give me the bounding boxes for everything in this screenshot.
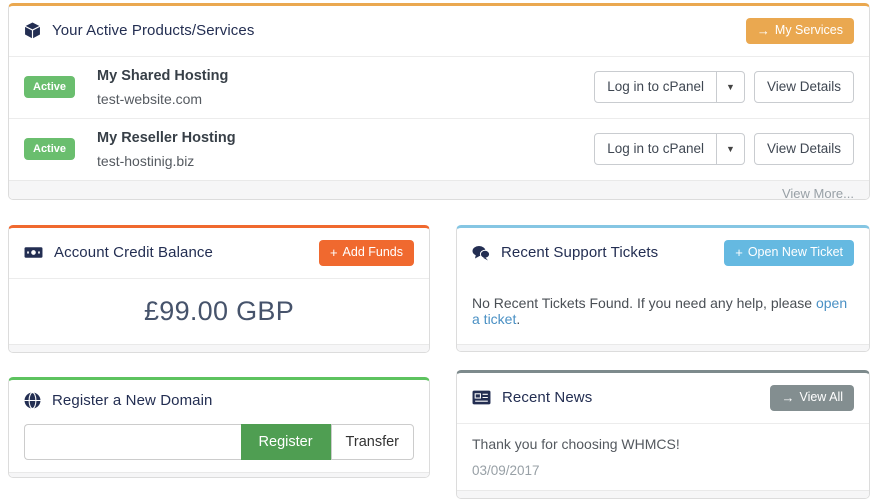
product-domain: test-website.com bbox=[97, 90, 203, 107]
add-funds-label: Add Funds bbox=[342, 245, 403, 259]
cpanel-split-button: Log in to cPanel ▼ bbox=[594, 133, 745, 165]
news-item-title: Thank you for choosing WHMCS! bbox=[472, 435, 680, 452]
news-footer bbox=[457, 489, 869, 498]
products-header: Your Active Products/Services → My Servi… bbox=[9, 6, 869, 56]
credit-footer bbox=[9, 343, 429, 352]
register-button[interactable]: Register bbox=[240, 424, 331, 460]
panel-support-tickets: Recent Support Tickets + Open New Ticket… bbox=[456, 225, 870, 352]
caret-down-icon: ▼ bbox=[726, 143, 735, 154]
product-row-actions: Log in to cPanel ▼ View Details bbox=[594, 133, 854, 165]
credit-header: Account Credit Balance + Add Funds bbox=[9, 228, 429, 278]
credit-balance-amount: £99.00 GBP bbox=[9, 277, 429, 344]
products-title: Your Active Products/Services bbox=[52, 22, 255, 40]
status-badge: Active bbox=[24, 76, 76, 99]
plus-icon: + bbox=[329, 245, 338, 261]
my-services-label: My Services bbox=[774, 23, 843, 37]
arrow-right-icon: → bbox=[756, 23, 770, 39]
news-item[interactable]: Thank you for choosing WHMCS! 03/09/2017 bbox=[457, 424, 869, 490]
product-name: My Shared Hosting bbox=[97, 67, 229, 84]
globe-icon bbox=[24, 392, 41, 409]
credit-title: Account Credit Balance bbox=[54, 244, 213, 262]
plus-icon: + bbox=[735, 245, 743, 261]
view-more-link[interactable]: View More... bbox=[782, 186, 854, 199]
domain-input-group: Register Transfer bbox=[24, 424, 414, 460]
tickets-title: Recent Support Tickets bbox=[501, 244, 659, 262]
my-services-button[interactable]: → My Services bbox=[745, 18, 854, 44]
panel-account-credit: Account Credit Balance + Add Funds £99.0… bbox=[8, 225, 430, 353]
cpanel-dropdown-toggle[interactable]: ▼ bbox=[716, 71, 745, 103]
cpanel-dropdown-toggle[interactable]: ▼ bbox=[716, 133, 745, 165]
product-row-shared-hosting[interactable]: Active My Shared Hosting test-website.co… bbox=[9, 55, 869, 118]
money-bill-icon bbox=[24, 245, 43, 260]
cpanel-split-button: Log in to cPanel ▼ bbox=[594, 71, 745, 103]
news-header: Recent News → View All bbox=[457, 373, 869, 424]
news-item-date: 03/09/2017 bbox=[472, 462, 540, 478]
domain-header: Register a New Domain bbox=[9, 380, 429, 421]
product-row-actions: Log in to cPanel ▼ View Details bbox=[594, 71, 854, 103]
newspaper-icon bbox=[472, 390, 491, 405]
tickets-empty-message: No Recent Tickets Found. If you need any… bbox=[457, 278, 869, 344]
login-cpanel-button[interactable]: Log in to cPanel bbox=[594, 133, 718, 165]
panel-active-products: Your Active Products/Services → My Servi… bbox=[8, 3, 870, 200]
news-title: Recent News bbox=[502, 389, 593, 407]
domain-search-area: Register Transfer bbox=[9, 421, 429, 472]
view-details-button[interactable]: View Details bbox=[753, 133, 854, 165]
transfer-button[interactable]: Transfer bbox=[330, 424, 414, 460]
domain-search-input[interactable] bbox=[24, 424, 241, 460]
login-cpanel-button[interactable]: Log in to cPanel bbox=[594, 71, 718, 103]
panel-recent-news: Recent News → View All Thank you for cho… bbox=[456, 370, 870, 499]
arrow-right-icon: → bbox=[781, 390, 795, 406]
tickets-empty-suffix: . bbox=[516, 310, 521, 327]
status-badge: Active bbox=[24, 138, 76, 161]
view-details-button[interactable]: View Details bbox=[753, 71, 854, 103]
client-area-dashboard: Your Active Products/Services → My Servi… bbox=[0, 0, 878, 502]
product-info: My Reseller Hosting test-hostinig.biz bbox=[97, 130, 236, 169]
product-row-reseller-hosting[interactable]: Active My Reseller Hosting test-hostinig… bbox=[9, 117, 869, 180]
tickets-header: Recent Support Tickets + Open New Ticket bbox=[457, 228, 869, 278]
domain-footer bbox=[9, 472, 429, 477]
product-name: My Reseller Hosting bbox=[97, 129, 236, 146]
tickets-empty-text: No Recent Tickets Found. If you need any… bbox=[472, 294, 816, 311]
box-icon bbox=[24, 22, 41, 39]
comments-icon bbox=[472, 245, 490, 261]
tickets-footer bbox=[457, 343, 869, 351]
product-info: My Shared Hosting test-website.com bbox=[97, 68, 228, 107]
open-new-ticket-label: Open New Ticket bbox=[747, 245, 843, 259]
products-footer: View More... bbox=[9, 179, 869, 199]
add-funds-button[interactable]: + Add Funds bbox=[318, 240, 414, 266]
open-new-ticket-button[interactable]: + Open New Ticket bbox=[724, 240, 854, 266]
view-all-button[interactable]: → View All bbox=[770, 385, 854, 411]
domain-title: Register a New Domain bbox=[52, 392, 213, 409]
view-all-label: View All bbox=[799, 390, 843, 404]
product-domain: test-hostinig.biz bbox=[97, 152, 195, 169]
panel-register-domain: Register a New Domain Register Transfer bbox=[8, 377, 430, 478]
caret-down-icon: ▼ bbox=[726, 81, 735, 92]
